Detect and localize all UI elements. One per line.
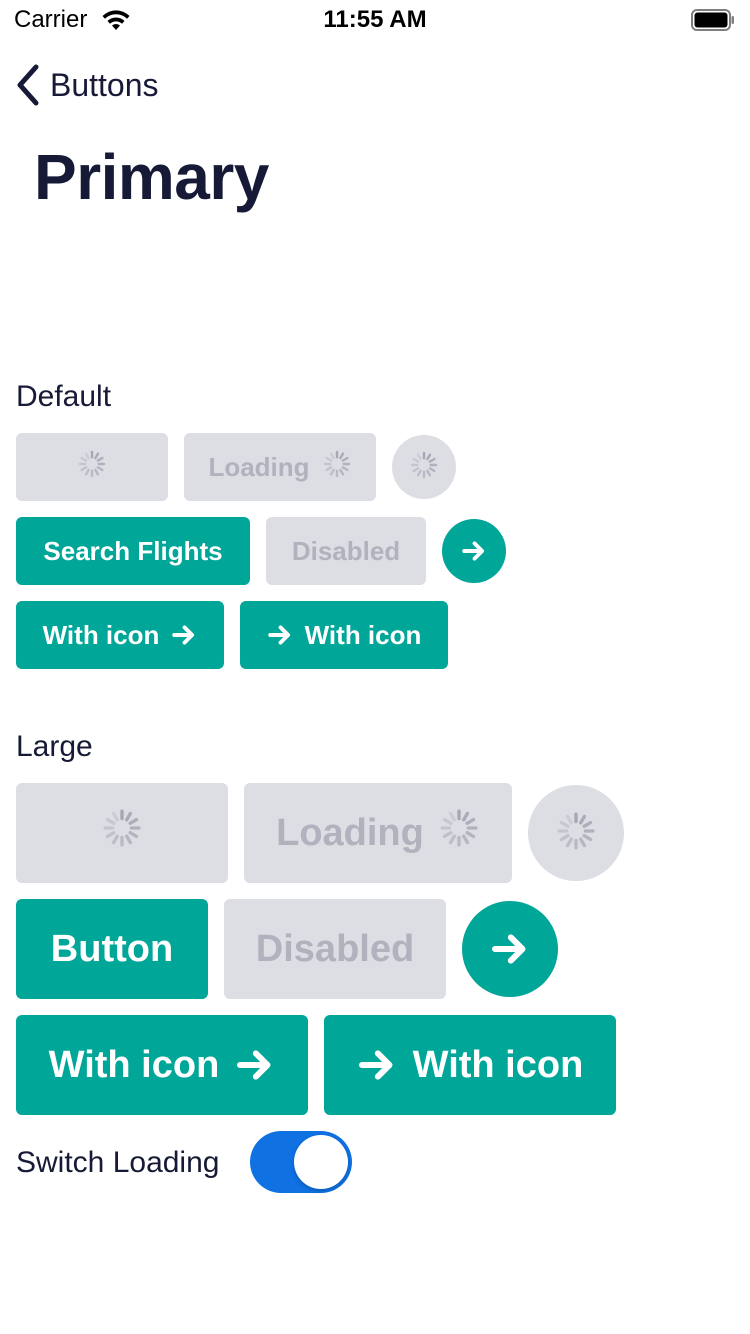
default-disabled-button: Disabled	[266, 517, 426, 585]
large-loading-button	[16, 783, 228, 883]
default-with-icon-trailing-button[interactable]: With icon	[16, 601, 224, 669]
search-flights-button[interactable]: Search Flights	[16, 517, 250, 585]
spinner-icon	[322, 449, 352, 486]
spinner-icon	[438, 807, 480, 859]
spinner-icon	[77, 449, 107, 486]
with-icon-label: With icon	[412, 1043, 584, 1086]
status-time: 11:55 AM	[323, 6, 427, 33]
large-arrow-icon-button[interactable]	[462, 901, 558, 997]
section-label-large: Large	[16, 730, 93, 763]
back-label: Buttons	[50, 66, 159, 103]
arrow-right-icon	[461, 538, 487, 564]
with-icon-label: With icon	[48, 1043, 220, 1086]
default-loading-icon-button	[392, 435, 456, 499]
disabled-label: Disabled	[255, 927, 415, 970]
large-primary-button[interactable]: Button	[16, 899, 208, 999]
large-disabled-button: Disabled	[224, 899, 446, 999]
disabled-label: Disabled	[291, 535, 401, 566]
arrow-right-icon	[267, 622, 293, 648]
loading-label: Loading	[276, 811, 424, 854]
search-flights-label: Search Flights	[43, 535, 223, 566]
loading-label: Loading	[208, 451, 310, 482]
switch-loading-label: Switch Loading	[16, 1146, 220, 1179]
back-button[interactable]: Buttons	[12, 60, 159, 110]
spinner-icon	[409, 450, 439, 485]
section-label-default: Default	[16, 380, 112, 413]
large-loading-icon-button	[528, 785, 624, 881]
large-with-icon-trailing-button[interactable]: With icon	[16, 1015, 308, 1115]
spinner-icon	[101, 807, 143, 859]
large-loading-label-button: Loading	[244, 783, 512, 883]
arrow-right-icon	[171, 622, 197, 648]
button-label: Button	[50, 927, 174, 970]
arrow-right-icon	[235, 1045, 275, 1085]
default-with-icon-leading-button[interactable]: With icon	[240, 601, 448, 669]
switch-loading-toggle[interactable]	[250, 1131, 352, 1193]
default-loading-label-button: Loading	[184, 433, 376, 501]
default-arrow-icon-button[interactable]	[442, 519, 506, 583]
default-loading-button	[16, 433, 168, 501]
page-title: Primary	[34, 141, 269, 213]
arrow-right-icon	[490, 929, 530, 969]
battery-icon	[691, 9, 734, 31]
chevron-left-icon	[17, 64, 39, 106]
with-icon-label: With icon	[304, 619, 422, 650]
large-with-icon-leading-button[interactable]: With icon	[324, 1015, 616, 1115]
arrow-right-icon	[357, 1045, 397, 1085]
with-icon-label: With icon	[42, 619, 160, 650]
switch-knob	[294, 1135, 348, 1189]
spinner-icon	[555, 810, 597, 857]
